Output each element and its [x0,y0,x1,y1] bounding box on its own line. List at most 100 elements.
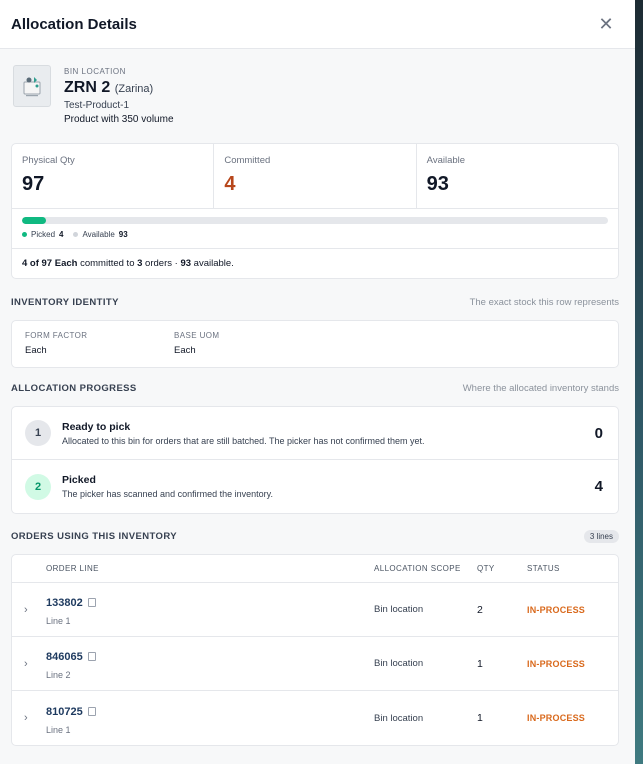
status-badge: IN-PROCESS [527,604,586,615]
orders-section-header: ORDERS USING THIS INVENTORY 3 lines [0,518,635,554]
order-cell: 810725 Line 1 [46,702,374,735]
legend-available-label: Available [82,230,115,239]
product-description: Product with 350 volume [64,114,174,125]
stat-committed-value: 4 [224,173,236,195]
step-title: Picked [62,474,96,486]
step-title: Ready to pick [62,420,131,433]
table-header: ORDER LINE ALLOCATION SCOPE QTY STATUS [12,555,618,583]
orders-title: ORDERS USING THIS INVENTORY [11,530,177,542]
progress-step-ready: 1 Ready to pick Allocated to this bin fo… [12,407,618,460]
order-cell: 846065 Line 2 [46,647,374,680]
stat-committed-label: Committed [224,155,271,166]
picked-fill [22,217,47,224]
picked-dot-icon [22,232,27,237]
col-scope: ALLOCATION SCOPE [374,564,461,573]
order-link[interactable]: 133802 [46,597,83,609]
order-cell: 133802 Line 1 [46,593,374,626]
step-count: 4 [594,478,603,495]
col-status: STATUS [527,564,560,573]
order-line-number: Line 1 [46,616,71,626]
base-uom: BASE UOM Each [174,331,323,357]
order-line-number: Line 1 [46,724,71,735]
stat-committed: Committed 4 [214,144,417,208]
order-qty: 2 [477,603,483,616]
allocation-bar-section: Picked 4 Available 93 [12,209,618,249]
commitment-summary: 4 of 97 Each committed to 3 orders · 93 … [12,249,618,278]
legend-picked-value: 4 [59,230,64,239]
form-factor-value: Each [25,345,47,356]
chevron-right-icon[interactable]: › [12,604,46,616]
stat-physical-value: 97 [22,173,45,195]
copy-icon[interactable] [87,706,96,716]
copy-icon[interactable] [87,598,96,607]
orders-table: ORDER LINE ALLOCATION SCOPE QTY STATUS ›… [11,554,619,746]
stat-physical-label: Physical Qty [22,155,75,166]
available-dot-icon [73,232,79,237]
table-row[interactable]: › 846065 Line 2 Bin location 1 IN-PROCES… [12,637,618,691]
quantity-stats: Physical Qty 97 Committed 4 Available 93 [12,144,618,209]
allocation-details-panel: Allocation Details ✕ BIN LOCATION ZRN 2 … [0,0,635,764]
status-badge: IN-PROCESS [527,658,586,669]
step-text: Ready to pick Allocated to this bin for … [62,421,595,446]
allocation-scope: Bin location [374,658,424,669]
col-qty: QTY [477,564,495,573]
product-sku: Test-Product-1 [64,100,130,111]
identity-title: INVENTORY IDENTITY [11,296,119,308]
order-link[interactable]: 810725 [46,706,83,718]
stat-physical: Physical Qty 97 [12,144,215,208]
table-row[interactable]: › 133802 Line 1 Bin location 2 IN-PROCES… [12,583,618,637]
close-icon[interactable]: ✕ [596,14,616,34]
background-window-edge [635,0,643,764]
col-order-line: ORDER LINE [46,564,99,573]
status-badge: IN-PROCESS [527,713,586,723]
quantity-card: Physical Qty 97 Committed 4 Available 93… [11,143,619,279]
bar-legend: Picked 4 Available 93 [22,230,608,239]
step-number: 1 [25,420,51,446]
table-row[interactable]: › 810725 Line 1 Bin location 1 IN-PROCES… [12,691,618,745]
progress-step-picked: 2 Picked The picker has scanned and conf… [12,460,618,513]
panel-header: Allocation Details ✕ [0,0,635,49]
step-text: Picked The picker has scanned and confir… [62,474,595,499]
step-description: Allocated to this bin for orders that ar… [62,435,425,446]
product-image-icon [23,77,41,97]
lines-count-badge: 3 lines [583,529,619,543]
legend-available-value: 93 [118,230,128,239]
bin-location-label: BIN LOCATION [64,67,126,76]
summary-available: 93 [180,258,192,269]
summary-text-3: available. [191,258,234,269]
progress-section-header: ALLOCATION PROGRESS Where the allocated … [0,370,635,406]
stat-available: Available 93 [417,144,618,208]
identity-hint: The exact stock this row represents [469,296,619,308]
identity-section-header: INVENTORY IDENTITY The exact stock this … [0,284,635,320]
base-uom-value: Each [174,345,196,356]
order-link[interactable]: 846065 [46,651,83,663]
base-uom-label: BASE UOM [174,331,220,340]
chevron-right-icon[interactable]: › [12,712,46,724]
progress-card: 1 Ready to pick Allocated to this bin fo… [11,406,619,514]
progress-hint: Where the allocated inventory stands [462,382,619,394]
panel-title: Allocation Details [11,15,137,33]
order-qty: 1 [477,657,483,670]
product-summary: BIN LOCATION ZRN 2 (Zarina) Test-Product… [0,49,635,143]
allocation-scope: Bin location [374,712,424,724]
order-qty: 1 [477,712,483,724]
bin-name: ZRN 2 (Zarina) [64,79,174,97]
stat-available-value: 93 [426,173,449,195]
step-count: 0 [594,424,603,442]
summary-qty: 4 of 97 Each [22,258,78,269]
bin-warehouse: (Zarina) [114,83,154,95]
copy-icon[interactable] [87,652,96,661]
allocation-progress-bar [22,217,608,224]
stat-available-label: Available [426,155,466,166]
chevron-right-icon[interactable]: › [12,658,46,670]
form-factor: FORM FACTOR Each [25,331,174,357]
form-factor-label: FORM FACTOR [25,331,88,340]
allocation-scope: Bin location [374,604,424,615]
product-info: BIN LOCATION ZRN 2 (Zarina) Test-Product… [64,65,174,143]
progress-title: ALLOCATION PROGRESS [11,382,137,394]
summary-text-2: orders · [142,258,181,269]
order-line-number: Line 2 [46,670,71,680]
product-thumbnail [13,65,51,107]
identity-card: FORM FACTOR Each BASE UOM Each [11,320,619,368]
legend-picked-label: Picked [31,230,56,239]
